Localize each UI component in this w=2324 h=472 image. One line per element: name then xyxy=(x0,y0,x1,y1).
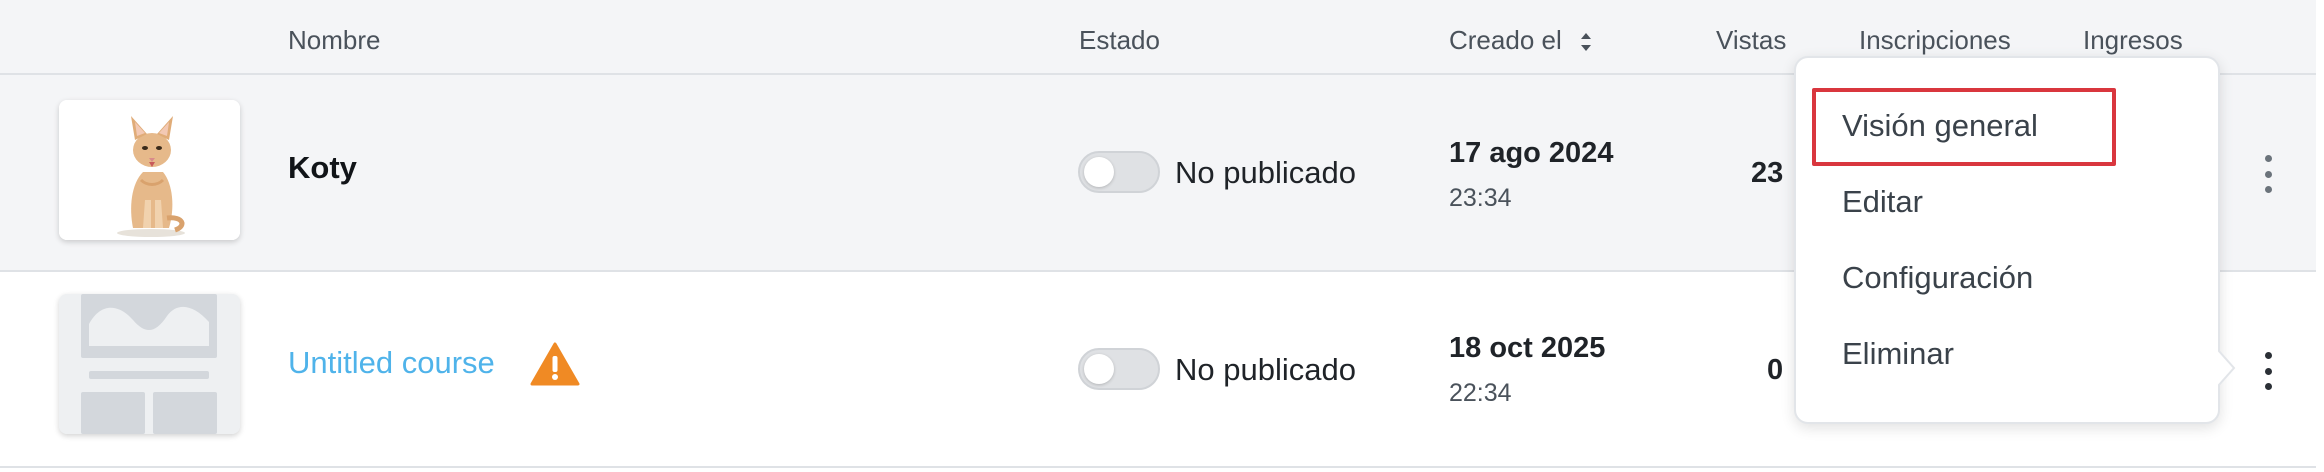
created-date: 17 ago 2024 xyxy=(1449,137,1614,169)
warning-icon xyxy=(530,342,580,386)
publish-toggle[interactable] xyxy=(1078,348,1160,390)
menu-pointer-arrow xyxy=(2218,350,2236,386)
menu-item-overview[interactable]: Visión general xyxy=(1842,108,2038,144)
course-thumbnail[interactable] xyxy=(59,294,240,434)
column-header-name: Nombre xyxy=(288,25,381,55)
created-date: 18 oct 2025 xyxy=(1449,332,1606,364)
menu-item-edit[interactable]: Editar xyxy=(1842,184,1923,220)
toggle-knob xyxy=(1084,157,1114,187)
status-label: No publicado xyxy=(1175,155,1356,190)
menu-item-settings[interactable]: Configuración xyxy=(1842,260,2033,296)
column-header-created[interactable]: Creado el xyxy=(1449,25,1593,56)
column-header-views: Vistas xyxy=(1716,25,1787,55)
course-name[interactable]: Untitled course xyxy=(288,345,495,381)
views-count: 23 xyxy=(1751,157,1784,189)
column-header-enrollments: Inscripciones xyxy=(1859,25,2011,55)
menu-item-delete[interactable]: Eliminar xyxy=(1842,336,1954,372)
publish-toggle[interactable] xyxy=(1078,151,1160,193)
course-thumbnail[interactable] xyxy=(59,100,240,240)
row-actions-menu: Visión general Editar Configuración Elim… xyxy=(1794,56,2220,424)
more-options-icon[interactable] xyxy=(2252,149,2284,199)
placeholder-image-icon xyxy=(59,294,240,434)
column-header-status: Estado xyxy=(1079,25,1160,55)
created-time: 23:34 xyxy=(1449,184,1512,212)
sort-updown-icon[interactable] xyxy=(1579,29,1593,55)
toggle-knob xyxy=(1084,354,1114,384)
column-header-revenue: Ingresos xyxy=(2083,25,2183,55)
views-count: 0 xyxy=(1767,354,1784,386)
created-time: 22:34 xyxy=(1449,379,1512,407)
status-label: No publicado xyxy=(1175,352,1356,387)
course-name[interactable]: Koty xyxy=(288,150,357,186)
column-header-created-label: Creado el xyxy=(1449,25,1562,55)
more-options-icon[interactable] xyxy=(2252,346,2284,396)
cat-photo xyxy=(59,100,240,240)
